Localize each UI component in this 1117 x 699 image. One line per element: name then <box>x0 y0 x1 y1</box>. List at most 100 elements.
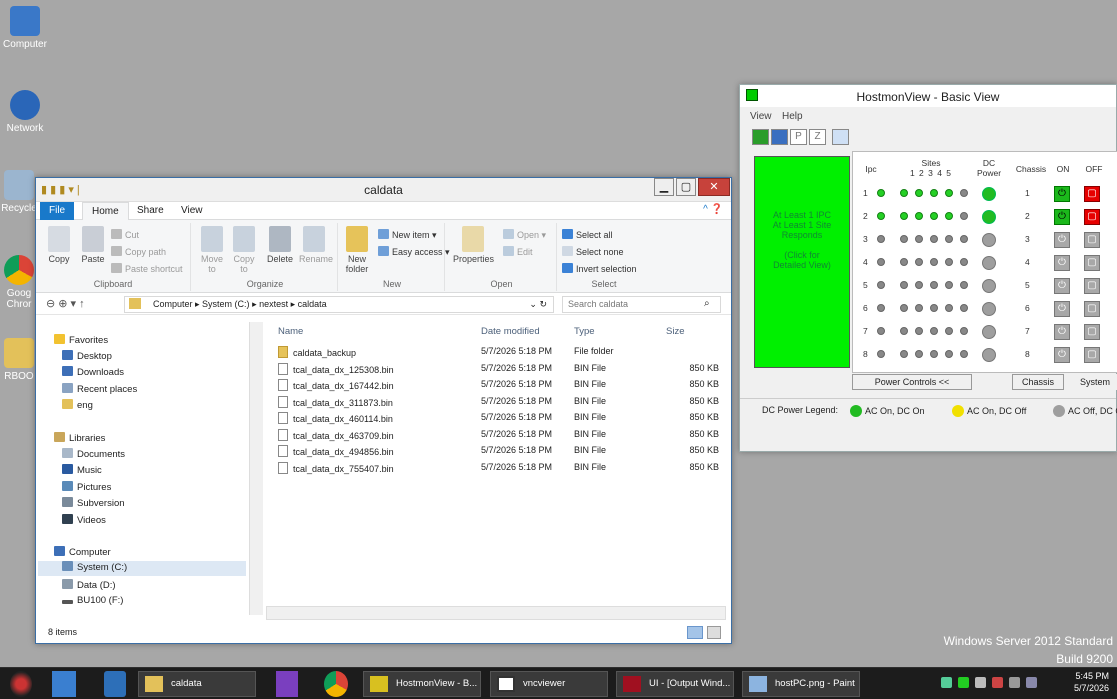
file-list-hscrollbar[interactable] <box>266 606 726 620</box>
powershell-icon[interactable] <box>104 671 126 697</box>
nav-downloads[interactable]: Downloads <box>62 366 124 378</box>
tab-home[interactable]: Home <box>82 202 129 220</box>
dc-power-icon[interactable] <box>982 210 996 224</box>
system-button[interactable]: System <box>1072 374 1117 390</box>
site-status-dot[interactable] <box>930 258 938 266</box>
nav-eng[interactable]: eng <box>62 399 93 411</box>
desktop-icon-rboo[interactable]: RBOO <box>0 338 38 382</box>
nav-music[interactable]: Music <box>62 464 102 476</box>
basic-view-button[interactable] <box>752 129 769 145</box>
taskbar-vncviewer[interactable]: vncviewer <box>490 671 608 697</box>
crumb-computer[interactable]: Computer <box>153 299 193 309</box>
power-on-button[interactable]: ⏻ <box>1054 347 1070 363</box>
chassis-button[interactable]: Chassis <box>1012 374 1064 390</box>
site-status-dot[interactable] <box>915 235 923 243</box>
taskbar-ui-output[interactable]: UI - [Output Wind... <box>616 671 734 697</box>
copy-button[interactable]: Copy <box>44 226 74 264</box>
maximize-button[interactable]: ▢ <box>676 178 696 196</box>
site-status-dot[interactable] <box>945 304 953 312</box>
close-button[interactable]: ✕ <box>698 178 730 196</box>
detail-view-button[interactable] <box>771 129 788 145</box>
dc-power-icon[interactable] <box>982 256 996 270</box>
site-status-dot[interactable] <box>960 189 968 197</box>
server-manager-icon[interactable] <box>52 671 76 697</box>
menu-help[interactable]: Help <box>782 111 803 122</box>
dc-power-icon[interactable] <box>982 348 996 362</box>
site-status-dot[interactable] <box>915 212 923 220</box>
tray-flag-icon[interactable] <box>1009 677 1020 688</box>
power-on-button[interactable]: ⏻ <box>1054 301 1070 317</box>
nav-libraries[interactable]: Libraries <box>54 432 105 444</box>
col-name[interactable]: Name <box>278 326 303 337</box>
nav-videos[interactable]: Videos <box>62 514 106 526</box>
site-status-dot[interactable] <box>960 212 968 220</box>
power-on-button[interactable]: ⏻ <box>1054 324 1070 340</box>
file-row[interactable]: tcal_data_dx_311873.bin 5/7/2026 5:18 PM B… <box>266 394 726 410</box>
tray-keyboard-icon[interactable] <box>1026 677 1037 688</box>
power-off-button[interactable]: ▢ <box>1084 186 1100 202</box>
delete-button[interactable]: Delete <box>265 226 295 264</box>
toolbar-calc-button[interactable] <box>832 129 849 145</box>
power-off-button[interactable]: ▢ <box>1084 301 1100 317</box>
nav-desktop[interactable]: Desktop <box>62 350 112 362</box>
ribbon-help[interactable]: ^ ❓ <box>703 204 723 215</box>
nav-buttons[interactable]: ⊖ ⊕ ▾ ↑ <box>46 297 85 310</box>
col-type[interactable]: Type <box>574 326 595 337</box>
site-status-dot[interactable] <box>945 212 953 220</box>
dc-power-icon[interactable] <box>982 302 996 316</box>
site-status-dot[interactable] <box>915 281 923 289</box>
site-status-dot[interactable] <box>930 281 938 289</box>
site-status-dot[interactable] <box>900 281 908 289</box>
properties-button[interactable]: Properties <box>453 226 494 264</box>
site-status-dot[interactable] <box>900 189 908 197</box>
taskbar-hostmonview[interactable]: HostmonView - B... <box>363 671 481 697</box>
nav-computer[interactable]: Computer <box>54 546 111 558</box>
file-row[interactable]: tcal_data_dx_755407.bin 5/7/2026 5:18 PM B… <box>266 460 726 476</box>
site-status-dot[interactable] <box>900 304 908 312</box>
address-bar[interactable]: Computer ▸ System (C:) ▸ nextest ▸ calda… <box>124 296 554 313</box>
desktop-icon-recycle[interactable]: Recycle <box>0 170 38 214</box>
site-status-dot[interactable] <box>945 189 953 197</box>
ipc-status-dot[interactable] <box>877 304 885 312</box>
minimize-button[interactable]: ▁ <box>654 178 674 196</box>
ipc-status-dot[interactable] <box>877 327 885 335</box>
site-status-dot[interactable] <box>945 327 953 335</box>
invert-selection-button[interactable]: Invert selection <box>562 263 637 274</box>
new-folder-button[interactable]: New folder <box>342 226 372 274</box>
site-status-dot[interactable] <box>930 327 938 335</box>
col-size[interactable]: Size <box>666 326 684 337</box>
toolbar-z-button[interactable]: Z <box>809 129 826 145</box>
nav-favorites[interactable]: Favorites <box>54 334 108 346</box>
power-off-button[interactable]: ▢ <box>1084 232 1100 248</box>
nav-recent[interactable]: Recent places <box>62 383 137 395</box>
ipc-status-dot[interactable] <box>877 258 885 266</box>
site-status-dot[interactable] <box>900 327 908 335</box>
refresh-icon[interactable]: ⌄ ↻ <box>529 297 547 312</box>
paste-button[interactable]: Paste <box>78 226 108 264</box>
site-status-dot[interactable] <box>900 258 908 266</box>
site-status-dot[interactable] <box>930 304 938 312</box>
site-status-dot[interactable] <box>915 327 923 335</box>
site-status-dot[interactable] <box>930 189 938 197</box>
explorer-titlebar[interactable]: ▮ ▮ ▮ ▾ | caldata ▁ ▢ ✕ <box>36 178 731 202</box>
select-none-button[interactable]: Select none <box>562 246 624 257</box>
file-row[interactable]: tcal_data_dx_494856.bin 5/7/2026 5:18 PM B… <box>266 443 726 459</box>
nav-scrollbar[interactable] <box>249 322 263 615</box>
site-status-dot[interactable] <box>915 350 923 358</box>
site-status-dot[interactable] <box>945 235 953 243</box>
power-off-button[interactable]: ▢ <box>1084 278 1100 294</box>
nav-data-d[interactable]: Data (D:) <box>62 579 116 591</box>
dc-power-icon[interactable] <box>982 187 996 201</box>
site-status-dot[interactable] <box>960 281 968 289</box>
copy-path-button[interactable]: Copy path <box>111 246 166 257</box>
power-off-button[interactable]: ▢ <box>1084 209 1100 225</box>
power-controls-button[interactable]: Power Controls << <box>852 374 972 390</box>
tray-network-icon[interactable] <box>941 677 952 688</box>
tray-alert-icon[interactable] <box>992 677 1003 688</box>
menu-view[interactable]: View <box>750 111 772 122</box>
edit-button[interactable]: Edit <box>503 246 533 257</box>
chrome-icon[interactable] <box>324 671 348 697</box>
power-on-button[interactable]: ⏻ <box>1054 209 1070 225</box>
nav-pictures[interactable]: Pictures <box>62 481 111 493</box>
taskbar-caldata[interactable]: caldata <box>138 671 256 697</box>
